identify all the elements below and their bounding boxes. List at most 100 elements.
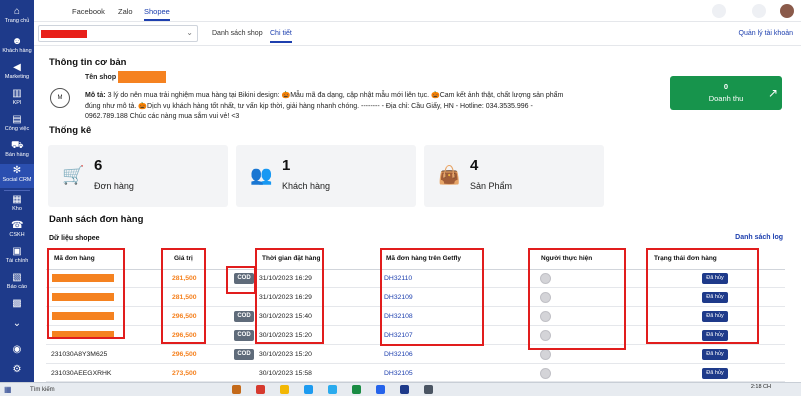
grid-icon: ▩ bbox=[12, 298, 22, 309]
shop-select[interactable]: ⌄ bbox=[38, 25, 198, 42]
performer-avatar bbox=[540, 311, 551, 322]
getfly-code[interactable]: DH32108 bbox=[384, 307, 413, 326]
col-status[interactable]: Trạng thái đơn hàng bbox=[654, 248, 717, 270]
getfly-code[interactable]: DH32110 bbox=[384, 269, 412, 288]
status-badge: Đã hủy bbox=[702, 368, 728, 379]
finance-icon: ▣ bbox=[12, 246, 22, 257]
cart-icon: ⛟ bbox=[11, 140, 24, 151]
order-code: 231030A8Y3M625 bbox=[51, 351, 108, 358]
order-time: 31/10/2023 16:29 bbox=[259, 294, 312, 301]
tab-shopee[interactable]: Shopee bbox=[144, 7, 170, 21]
getfly-code[interactable]: DH32105 bbox=[384, 364, 413, 383]
cod-badge: COD bbox=[234, 330, 254, 341]
log-list-link[interactable]: Danh sách log bbox=[735, 234, 783, 241]
tab-detail[interactable]: Chi tiết bbox=[270, 30, 292, 43]
notification-icon[interactable] bbox=[712, 4, 726, 18]
col-order-time[interactable]: Thời gian đặt hàng bbox=[262, 248, 320, 270]
sidebar-item-sales[interactable]: ⛟ Bán hàng bbox=[0, 140, 34, 159]
stat-label: Sản Phẩm bbox=[470, 181, 513, 191]
taskbar-excel-icon[interactable] bbox=[352, 385, 361, 394]
col-performer[interactable]: Người thực hiện bbox=[541, 248, 592, 270]
order-value: 273,500 bbox=[172, 370, 197, 377]
sidebar-item-finance[interactable]: ▣ Tài chính bbox=[0, 246, 34, 265]
getfly-code[interactable]: DH32106 bbox=[384, 345, 413, 364]
taskbar-clock: 2:18 CH bbox=[750, 384, 771, 390]
briefcase-icon: ▤ bbox=[12, 114, 22, 125]
taskbar-app-icon[interactable] bbox=[400, 385, 409, 394]
redacted-order-code bbox=[52, 274, 114, 282]
order-value: 281,500 bbox=[172, 275, 197, 282]
taskbar-app-icon[interactable] bbox=[232, 385, 241, 394]
cod-badge: COD bbox=[234, 349, 254, 360]
taskbar-search[interactable]: Tìm kiếm bbox=[20, 384, 220, 396]
taskbar-edge-icon[interactable] bbox=[304, 385, 313, 394]
sidebar-item-label: Tài chính bbox=[5, 258, 29, 264]
redacted-shop-name bbox=[118, 71, 166, 83]
order-time: 30/10/2023 15:20 bbox=[259, 332, 312, 339]
getfly-code[interactable]: DH32109 bbox=[384, 288, 413, 307]
windows-taskbar: ▦ Tìm kiếm 2:18 CH bbox=[0, 382, 801, 396]
tab-shop-list[interactable]: Danh sách shop bbox=[212, 30, 263, 37]
revenue-card: 0 Doanh thu ↗ bbox=[670, 76, 782, 110]
sidebar-item-kpi[interactable]: ▥ KPI bbox=[0, 88, 34, 107]
performer-avatar bbox=[540, 349, 551, 360]
sidebar-more-icon[interactable]: ▩ bbox=[0, 298, 34, 310]
users-icon: 👥 bbox=[250, 165, 273, 185]
taskbar-telegram-icon[interactable] bbox=[328, 385, 337, 394]
order-time: 30/10/2023 15:20 bbox=[259, 351, 312, 358]
revenue-value: 0 bbox=[723, 82, 729, 91]
sidebar-item-cskh[interactable]: ☎ CSKH bbox=[0, 220, 34, 239]
table-row[interactable]: 296,500 COD 30/10/2023 15:20 DH32107 Đã … bbox=[46, 326, 785, 345]
shop-description: Mô tả: 3 lý do nên mua trải nghiệm mua h… bbox=[85, 92, 564, 120]
table-row[interactable]: 231030A8Y3M625 296,500 COD 30/10/2023 15… bbox=[46, 345, 785, 364]
col-order-code[interactable]: Mã đơn hàng bbox=[54, 248, 95, 270]
social-icon: ✻ bbox=[12, 165, 22, 176]
table-row[interactable]: 281,500 COD 31/10/2023 16:29 DH32110 Đã … bbox=[46, 269, 785, 288]
sidebar-item-warehouse[interactable]: ▦ Kho bbox=[0, 194, 34, 213]
taskbar-folder-icon[interactable] bbox=[280, 385, 289, 394]
avatar[interactable] bbox=[780, 4, 794, 18]
order-code: 231030AEEGXRHK bbox=[51, 370, 112, 377]
sidebar-item-social-crm[interactable]: ✻ Social CRM bbox=[0, 164, 34, 188]
sidebar-divider bbox=[4, 190, 30, 191]
growth-chart-icon: ↗ bbox=[767, 86, 778, 100]
revenue-label: Doanh thu bbox=[708, 94, 744, 103]
sidebar-item-tasks[interactable]: ▤ Công việc bbox=[0, 114, 34, 133]
sidebar-item-customers[interactable]: ☻ Khách hàng bbox=[0, 36, 34, 55]
info-title: Thông tin cơ bản bbox=[49, 57, 127, 68]
tab-facebook[interactable]: Facebook bbox=[72, 7, 105, 16]
sidebar-help[interactable]: ◉ bbox=[0, 344, 34, 356]
report-icon: ▧ bbox=[12, 272, 22, 283]
table-row[interactable]: 281,500 31/10/2023 16:29 DH32109 Đã hủy bbox=[46, 288, 785, 307]
redacted-order-code bbox=[52, 331, 114, 339]
status-badge: Đã hủy bbox=[702, 273, 728, 284]
sidebar-item-label: Social CRM bbox=[2, 177, 32, 183]
sidebar-collapse[interactable]: ⌄ bbox=[0, 318, 34, 330]
getfly-code[interactable]: DH32107 bbox=[384, 326, 413, 345]
table-row[interactable]: 231030AEEGXRHK 273,500 30/10/2023 15:58 … bbox=[46, 364, 785, 382]
support-icon: ☎ bbox=[11, 220, 24, 231]
taskbar-app-icon[interactable] bbox=[256, 385, 265, 394]
stat-card-products: 👜 4 Sản Phẩm bbox=[424, 145, 604, 207]
megaphone-icon: ◀ bbox=[13, 62, 21, 73]
col-getfly-code[interactable]: Mã đơn hàng trên Getfly bbox=[386, 248, 461, 270]
stat-value: 1 bbox=[282, 157, 291, 174]
chevron-down-icon: ⌄ bbox=[12, 318, 22, 329]
tab-zalo[interactable]: Zalo bbox=[118, 7, 133, 16]
sidebar-item-label: Trang chủ bbox=[4, 18, 30, 24]
table-row[interactable]: 296,500 COD 30/10/2023 15:40 DH32108 Đã … bbox=[46, 307, 785, 326]
taskbar-app-icon[interactable] bbox=[424, 385, 433, 394]
account-management-link[interactable]: Quản lý tài khoản bbox=[739, 30, 793, 37]
windows-start-icon[interactable]: ▦ bbox=[4, 385, 12, 394]
taskbar-word-icon[interactable] bbox=[376, 385, 385, 394]
sidebar-item-marketing[interactable]: ◀ Marketing bbox=[0, 62, 34, 81]
settings-icon[interactable] bbox=[752, 4, 766, 18]
stat-label: Khách hàng bbox=[282, 181, 331, 191]
sidebar-settings[interactable]: ⚙ bbox=[0, 364, 34, 376]
col-value[interactable]: Giá trị bbox=[174, 248, 193, 270]
order-time: 31/10/2023 16:29 bbox=[259, 275, 312, 282]
stat-card-orders: 🛒 6 Đơn hàng bbox=[48, 145, 228, 207]
sidebar-item-home[interactable]: ⌂ Trang chủ bbox=[0, 6, 34, 25]
order-time: 30/10/2023 15:58 bbox=[259, 370, 312, 377]
sidebar-item-reports[interactable]: ▧ Báo cáo bbox=[0, 272, 34, 291]
